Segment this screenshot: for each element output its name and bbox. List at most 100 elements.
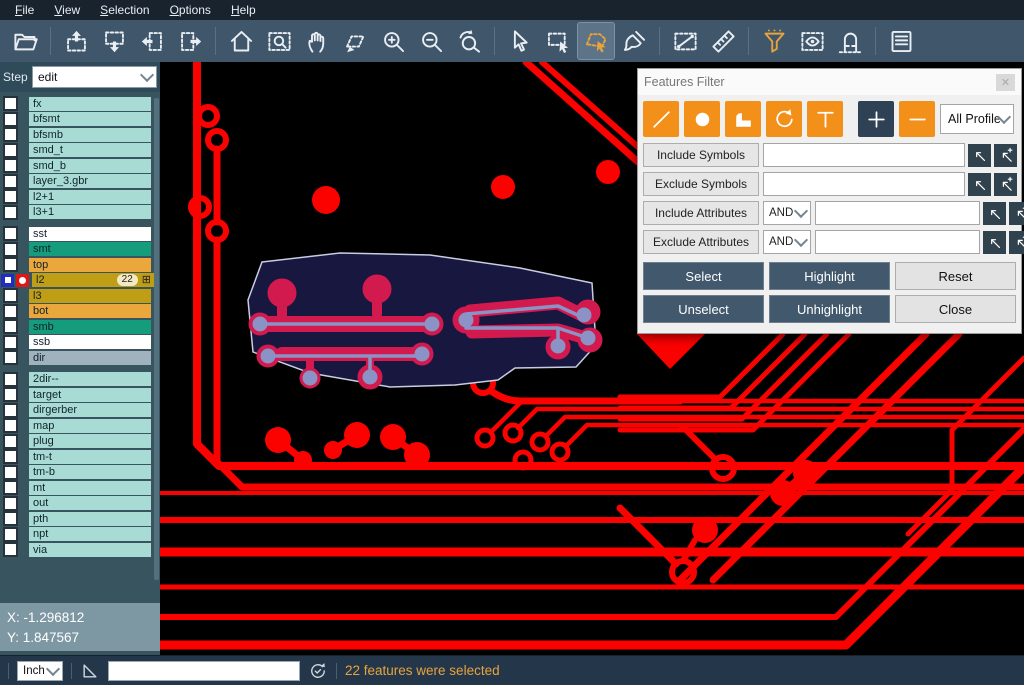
layer-checkbox[interactable] [3, 143, 18, 158]
layer-name-cell[interactable]: l2+1 [29, 190, 151, 204]
layer-checkbox[interactable] [3, 158, 18, 173]
layer-name-cell[interactable]: dirgerber [29, 403, 151, 417]
unselect-button[interactable]: Unselect [643, 295, 764, 323]
layer-name-cell[interactable]: plug [29, 434, 151, 448]
include-attributes-pick-add-icon[interactable] [1009, 202, 1024, 225]
pan-hand-icon[interactable] [299, 23, 335, 59]
include-attributes-pick-icon[interactable] [983, 202, 1006, 225]
layer-name-cell[interactable]: smd_b [29, 159, 151, 173]
layer-active-checkbox[interactable] [1, 274, 14, 287]
exclude-symbols-input[interactable] [763, 172, 965, 196]
exclude-attributes-pick-add-icon[interactable] [1009, 231, 1024, 254]
layer-name-cell[interactable]: bot [29, 304, 151, 318]
open-file-icon[interactable] [7, 23, 43, 59]
layer-name-cell[interactable]: l222⊞ [32, 273, 154, 287]
menu-item-view[interactable]: View [45, 1, 89, 19]
layer-name-cell[interactable]: map [29, 419, 151, 433]
include-symbols-pick-add-icon[interactable] [994, 144, 1017, 167]
pan-up-icon[interactable] [58, 23, 94, 59]
filter-lines-icon[interactable] [643, 101, 679, 137]
exclude-attributes-input[interactable] [815, 230, 980, 254]
exclude-symbols-button[interactable]: Exclude Symbols [643, 172, 759, 196]
layer-name-cell[interactable]: tm-b [29, 465, 151, 479]
exclude-symbols-pick-add-icon[interactable] [994, 173, 1017, 196]
step-select[interactable]: edit [32, 66, 157, 88]
layer-checkbox[interactable] [3, 372, 18, 387]
layer-checkbox[interactable] [3, 205, 18, 220]
angle-mode-icon[interactable] [80, 661, 100, 681]
layer-checkbox[interactable] [3, 226, 18, 241]
layer-checkbox[interactable] [3, 350, 18, 365]
layer-name-cell[interactable]: dir [29, 351, 151, 365]
refresh-check-icon[interactable] [308, 661, 328, 681]
filter-surfaces-icon[interactable] [725, 101, 761, 137]
layer-checkbox[interactable] [3, 449, 18, 464]
layer-name-cell[interactable]: pth [29, 512, 151, 526]
ruler-icon[interactable] [705, 23, 741, 59]
layer-name-cell[interactable]: smd_t [29, 143, 151, 157]
layer-checkbox[interactable] [3, 304, 18, 319]
command-input[interactable] [108, 661, 300, 681]
filter-add-icon[interactable] [858, 101, 894, 137]
filter-arcs-icon[interactable] [766, 101, 802, 137]
zoom-out-icon[interactable] [413, 23, 449, 59]
layer-checkbox[interactable] [3, 511, 18, 526]
layer-checkbox[interactable] [3, 434, 18, 449]
layer-name-cell[interactable]: ssb [29, 335, 151, 349]
include-attributes-operator-select[interactable]: AND [763, 201, 811, 225]
layer-checkbox[interactable] [3, 542, 18, 557]
layer-name-cell[interactable]: mt [29, 481, 151, 495]
reset-button[interactable]: Reset [895, 262, 1016, 290]
menu-item-help[interactable]: Help [222, 1, 265, 19]
exclude-attributes-operator-select[interactable]: AND [763, 230, 811, 254]
filter-pads-icon[interactable] [684, 101, 720, 137]
layer-scrollbar[interactable] [154, 98, 159, 580]
layer-checkbox[interactable] [3, 288, 18, 303]
layer-name-cell[interactable]: tm-t [29, 450, 151, 464]
layer-name-cell[interactable]: sst [29, 227, 151, 241]
zoom-window-icon[interactable] [337, 23, 373, 59]
layer-name-cell[interactable]: bfsmb [29, 128, 151, 142]
filter-text-icon[interactable] [807, 101, 843, 137]
layer-checkbox[interactable] [3, 257, 18, 272]
exclude-attributes-button[interactable]: Exclude Attributes [643, 230, 759, 254]
layer-name-cell[interactable]: l3 [29, 289, 151, 303]
layer-name-cell[interactable]: out [29, 496, 151, 510]
layer-name-cell[interactable]: top [29, 258, 151, 272]
layer-name-cell[interactable]: layer_3.gbr [29, 174, 151, 188]
layer-name-cell[interactable]: smb [29, 320, 151, 334]
include-symbols-input[interactable] [763, 143, 965, 167]
include-attributes-button[interactable]: Include Attributes [643, 201, 759, 225]
include-symbols-button[interactable]: Include Symbols [643, 143, 759, 167]
exclude-attributes-pick-icon[interactable] [983, 231, 1006, 254]
layer-name-cell[interactable]: via [29, 543, 151, 557]
layer-checkbox[interactable] [3, 174, 18, 189]
select-pointer-icon[interactable] [502, 23, 538, 59]
select-polygon-icon[interactable] [578, 23, 614, 59]
select-button[interactable]: Select [643, 262, 764, 290]
layer-checkbox[interactable] [3, 465, 18, 480]
highlight-button[interactable]: Highlight [769, 262, 890, 290]
menu-item-file[interactable]: File [6, 1, 43, 19]
layer-name-cell[interactable]: fx [29, 97, 151, 111]
layer-checkbox[interactable] [3, 112, 18, 127]
zoom-in-icon[interactable] [375, 23, 411, 59]
layer-checkbox[interactable] [3, 387, 18, 402]
clear-brush-icon[interactable] [616, 23, 652, 59]
layer-checkbox[interactable] [3, 96, 18, 111]
layer-checkbox[interactable] [3, 319, 18, 334]
layer-name-cell[interactable]: npt [29, 527, 151, 541]
layer-name-cell[interactable]: smt [29, 242, 151, 256]
layer-checkbox[interactable] [3, 403, 18, 418]
menu-item-options[interactable]: Options [161, 1, 220, 19]
select-rectangle-icon[interactable] [540, 23, 576, 59]
pan-left-icon[interactable] [134, 23, 170, 59]
menu-item-selection[interactable]: Selection [91, 1, 158, 19]
layer-name-cell[interactable]: target [29, 388, 151, 402]
measure-distance-icon[interactable] [667, 23, 703, 59]
exclude-symbols-pick-icon[interactable] [968, 173, 991, 196]
zoom-area-icon[interactable] [261, 23, 297, 59]
layer-checkbox[interactable] [3, 496, 18, 511]
layer-checkbox[interactable] [3, 242, 18, 257]
include-symbols-pick-icon[interactable] [968, 144, 991, 167]
